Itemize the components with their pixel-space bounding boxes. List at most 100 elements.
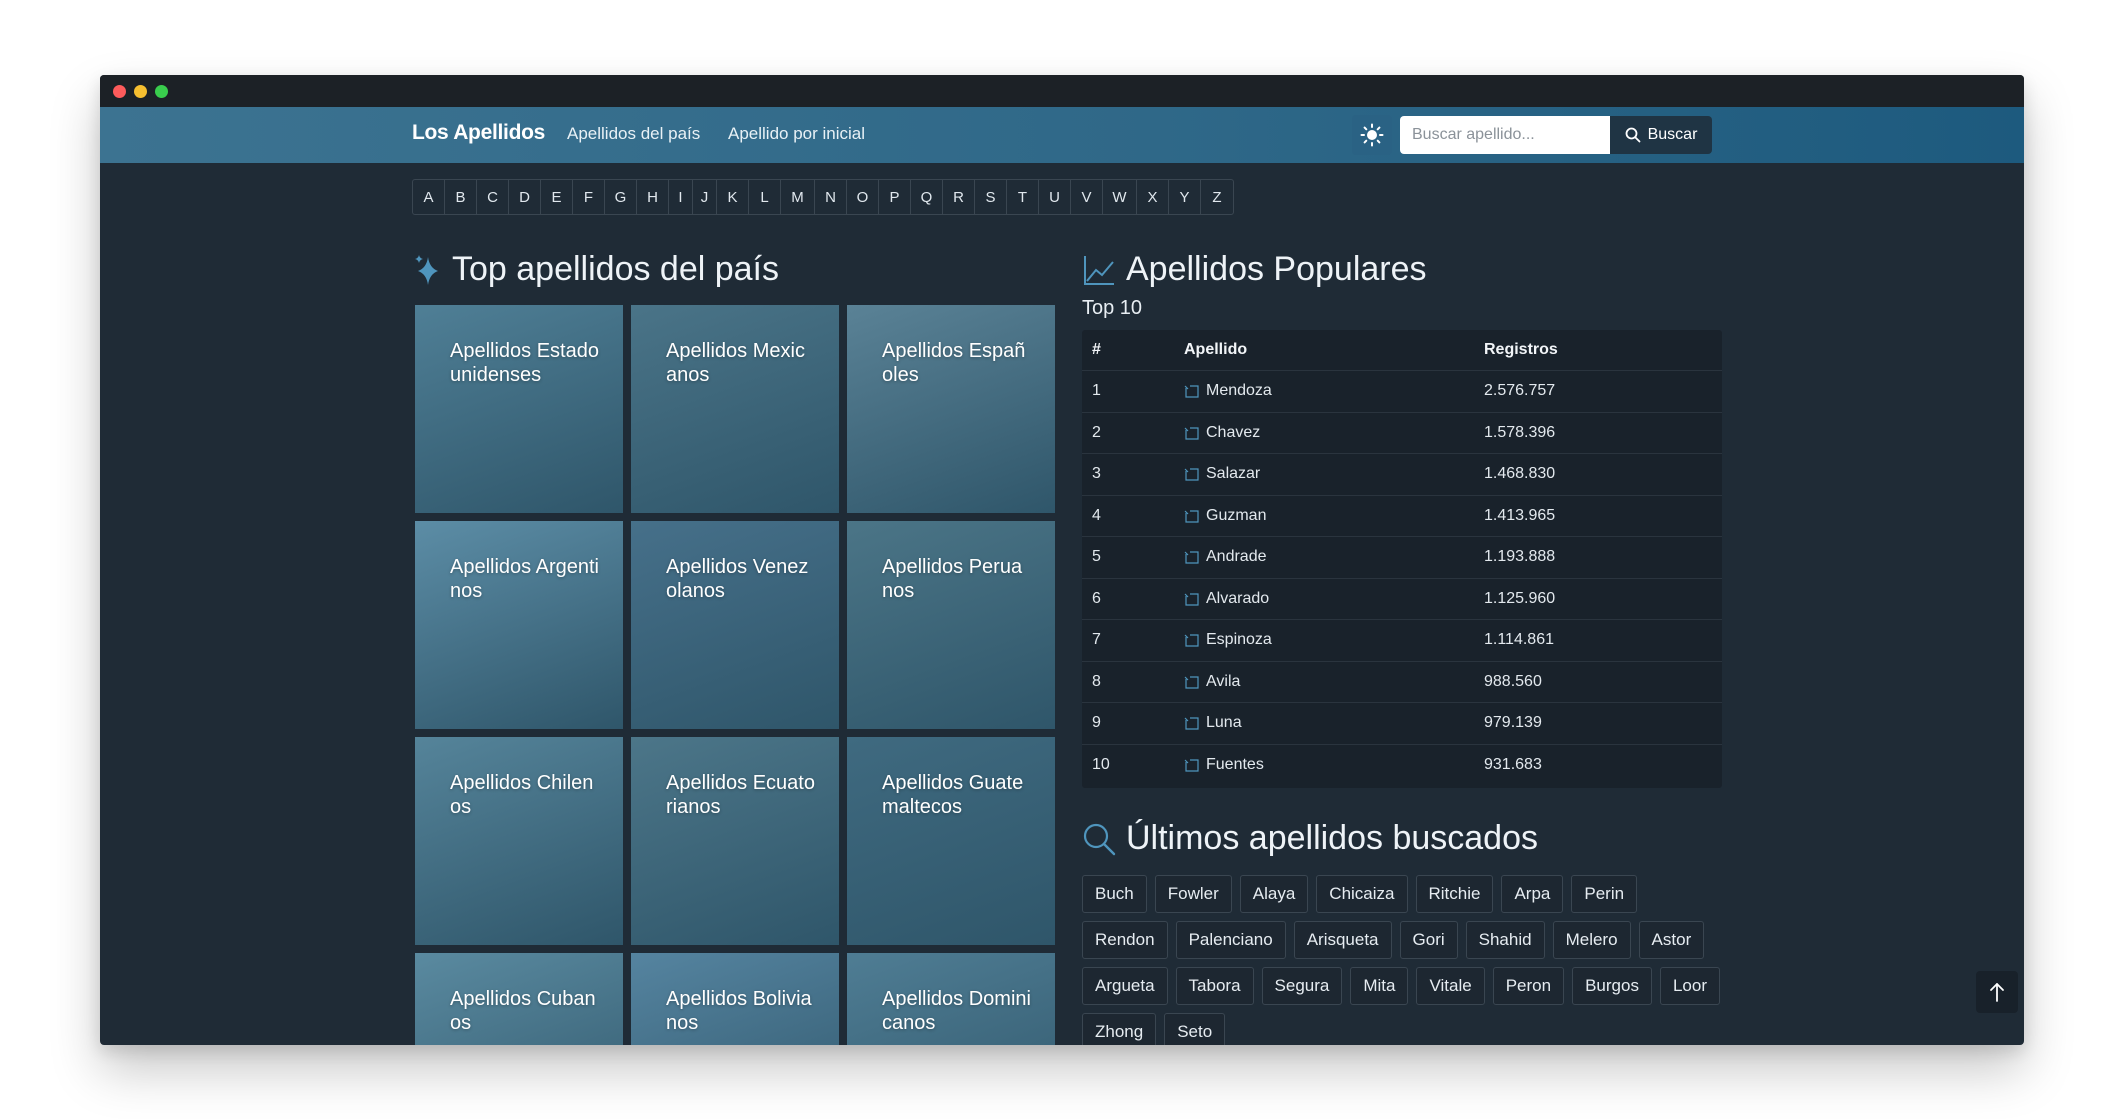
table-row[interactable]: 6 Alvarado 1.125.960 xyxy=(1082,579,1722,620)
country-tile[interactable]: Apellidos Españoles xyxy=(847,305,1055,513)
nav-link-apellido-por-inicial[interactable]: Apellido por inicial xyxy=(728,124,865,144)
letter-w[interactable]: W xyxy=(1103,180,1137,214)
country-tile[interactable]: Apellidos Mexicanos xyxy=(631,305,839,513)
surname-text: Chavez xyxy=(1206,423,1261,441)
table-row[interactable]: 8 Avila 988.560 xyxy=(1082,662,1722,703)
country-tile[interactable]: Apellidos Argentinos xyxy=(415,521,623,729)
rank-cell: 3 xyxy=(1092,465,1101,483)
letter-g[interactable]: G xyxy=(605,180,637,214)
recent-surname-tag[interactable]: Perin xyxy=(1571,875,1638,913)
minimize-window-button[interactable] xyxy=(134,85,147,98)
surname-cell[interactable]: Espinoza xyxy=(1184,631,1272,649)
letter-e[interactable]: E xyxy=(541,180,573,214)
recent-surname-tag[interactable]: Astor xyxy=(1638,921,1705,959)
surname-text: Andrade xyxy=(1206,548,1267,566)
letter-q[interactable]: Q xyxy=(911,180,943,214)
letter-f[interactable]: F xyxy=(573,180,605,214)
search-icon xyxy=(1083,823,1116,855)
surname-cell[interactable]: Alvarado xyxy=(1184,590,1269,608)
recent-surname-tag[interactable]: Fowler xyxy=(1154,875,1232,913)
letter-j[interactable]: J xyxy=(693,180,717,214)
letter-y[interactable]: Y xyxy=(1169,180,1201,214)
recent-surname-tag[interactable]: Argueta xyxy=(1082,967,1168,1005)
table-row[interactable]: 5 Andrade 1.193.888 xyxy=(1082,537,1722,579)
country-tile[interactable]: Apellidos Cubanos xyxy=(415,953,623,1045)
records-cell: 1.193.888 xyxy=(1484,548,1556,566)
recent-surname-tag[interactable]: Zhong xyxy=(1082,1013,1157,1045)
letter-t[interactable]: T xyxy=(1007,180,1039,214)
search-button[interactable]: Buscar xyxy=(1610,116,1712,154)
country-tile[interactable]: Apellidos Peruanos xyxy=(847,521,1055,729)
country-tile[interactable]: Apellidos Dominicanos xyxy=(847,953,1055,1045)
recent-surname-tag[interactable]: Buch xyxy=(1082,875,1147,913)
recent-surname-tag[interactable]: Segura xyxy=(1261,967,1343,1005)
surname-cell[interactable]: Andrade xyxy=(1184,548,1267,566)
back-to-top-button[interactable] xyxy=(1976,971,2018,1013)
letter-a[interactable]: A xyxy=(413,180,445,214)
close-window-button[interactable] xyxy=(113,85,126,98)
letter-b[interactable]: B xyxy=(445,180,477,214)
recent-surname-tag[interactable]: Rendon xyxy=(1082,921,1168,959)
letter-s[interactable]: S xyxy=(975,180,1007,214)
recent-surname-tag[interactable]: Shahid xyxy=(1465,921,1545,959)
records-cell: 1.114.861 xyxy=(1484,631,1554,649)
surname-cell[interactable]: Avila xyxy=(1184,673,1240,691)
table-row[interactable]: 10 Fuentes 931.683 xyxy=(1082,745,1722,787)
recent-surname-tag[interactable]: Alaya xyxy=(1239,875,1309,913)
letter-d[interactable]: D xyxy=(509,180,541,214)
surname-cell[interactable]: Guzman xyxy=(1184,507,1266,525)
recent-surname-tag[interactable]: Palenciano xyxy=(1175,921,1286,959)
table-row[interactable]: 3 Salazar 1.468.830 xyxy=(1082,454,1722,496)
recent-surname-tag[interactable]: Melero xyxy=(1552,921,1631,959)
letter-l[interactable]: L xyxy=(749,180,781,214)
table-row[interactable]: 2 Chavez 1.578.396 xyxy=(1082,413,1722,454)
letter-o[interactable]: O xyxy=(847,180,879,214)
surname-cell[interactable]: Chavez xyxy=(1184,424,1260,442)
recent-surname-tag[interactable]: Burgos xyxy=(1572,967,1652,1005)
search-input[interactable] xyxy=(1400,116,1610,154)
country-tile[interactable]: Apellidos Estadounidenses xyxy=(415,305,623,513)
table-row[interactable]: 7 Espinoza 1.114.861 xyxy=(1082,620,1722,662)
rank-cell: 2 xyxy=(1092,423,1101,441)
theme-toggle-button[interactable] xyxy=(1352,115,1392,155)
letter-h[interactable]: H xyxy=(637,180,669,214)
recent-surname-tag[interactable]: Arpa xyxy=(1501,875,1564,913)
letter-i[interactable]: I xyxy=(669,180,693,214)
table-row[interactable]: 9 Luna 979.139 xyxy=(1082,703,1722,745)
country-tile[interactable]: Apellidos Ecuatorianos xyxy=(631,737,839,945)
letter-m[interactable]: M xyxy=(781,180,815,214)
country-tile[interactable]: Apellidos Chilenos xyxy=(415,737,623,945)
maximize-window-button[interactable] xyxy=(155,85,168,98)
recent-surname-tag[interactable]: Gori xyxy=(1399,921,1458,959)
country-tile[interactable]: Apellidos Guatemaltecos xyxy=(847,737,1055,945)
country-tile[interactable]: Apellidos Venezolanos xyxy=(631,521,839,729)
recent-surname-tag[interactable]: Peron xyxy=(1492,967,1565,1005)
country-tile[interactable]: Apellidos Bolivianos xyxy=(631,953,839,1045)
recent-surname-tag[interactable]: Vitale xyxy=(1416,967,1485,1005)
surname-cell[interactable]: Salazar xyxy=(1184,465,1260,483)
letter-u[interactable]: U xyxy=(1039,180,1071,214)
letter-v[interactable]: V xyxy=(1071,180,1103,214)
recent-surname-tag[interactable]: Loor xyxy=(1659,967,1720,1005)
surname-cell[interactable]: Fuentes xyxy=(1184,756,1264,774)
nav-link-apellidos-del-pais[interactable]: Apellidos del país xyxy=(567,124,700,144)
letter-x[interactable]: X xyxy=(1137,180,1169,214)
rank-cell: 10 xyxy=(1092,756,1110,774)
letter-p[interactable]: P xyxy=(879,180,911,214)
recent-surname-tag[interactable]: Seto xyxy=(1164,1013,1226,1045)
recent-surname-tag[interactable]: Mita xyxy=(1350,967,1409,1005)
letter-c[interactable]: C xyxy=(477,180,509,214)
letter-z[interactable]: Z xyxy=(1201,180,1233,214)
recent-surname-tag[interactable]: Tabora xyxy=(1175,967,1254,1005)
recent-surname-tag[interactable]: Ritchie xyxy=(1415,875,1494,913)
surname-cell[interactable]: Luna xyxy=(1184,714,1242,732)
letter-n[interactable]: N xyxy=(815,180,847,214)
brand-link[interactable]: Los Apellidos xyxy=(412,121,545,145)
table-row[interactable]: 1 Mendoza 2.576.757 xyxy=(1082,371,1722,413)
surname-cell[interactable]: Mendoza xyxy=(1184,382,1272,400)
recent-surname-tag[interactable]: Arisqueta xyxy=(1293,921,1392,959)
recent-surname-tag[interactable]: Chicaiza xyxy=(1316,875,1408,913)
letter-k[interactable]: K xyxy=(717,180,749,214)
table-row[interactable]: 4 Guzman 1.413.965 xyxy=(1082,496,1722,537)
letter-r[interactable]: R xyxy=(943,180,975,214)
